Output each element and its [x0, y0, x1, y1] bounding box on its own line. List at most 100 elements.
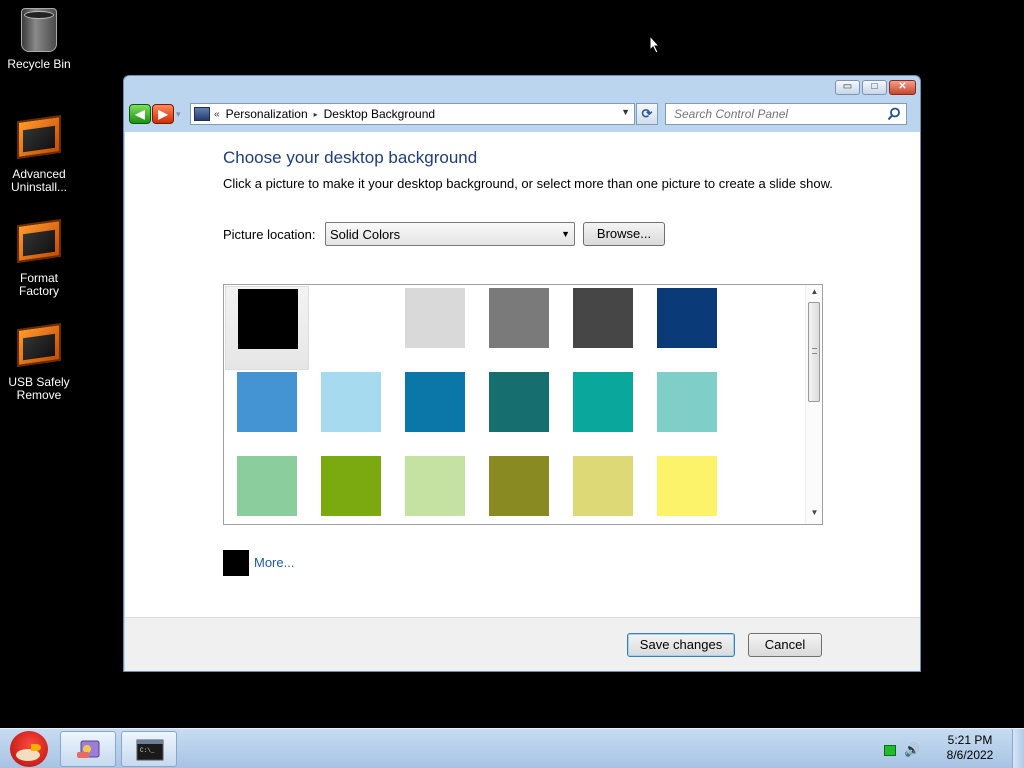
- taskbar-button-command-prompt[interactable]: C:\_: [121, 731, 177, 767]
- breadcrumb-item-personalization[interactable]: Personalization: [226, 107, 308, 121]
- browse-button[interactable]: Browse...: [583, 222, 665, 246]
- picture-location-select[interactable]: Solid Colors ▼: [325, 222, 575, 246]
- start-button[interactable]: [2, 729, 56, 768]
- desktop-icon-advanced-uninstall[interactable]: Advanced Uninstall...: [0, 114, 78, 194]
- picture-location-value: Solid Colors: [330, 227, 401, 242]
- dialog-footer: Save changes Cancel: [125, 617, 920, 671]
- minimize-button[interactable]: ▭: [835, 80, 860, 95]
- scroll-thumb[interactable]: [808, 302, 820, 402]
- color-swatch[interactable]: [561, 286, 645, 370]
- network-icon[interactable]: [884, 744, 896, 756]
- color-swatch-fill: [321, 372, 381, 432]
- page-description: Click a picture to make it your desktop …: [223, 176, 833, 191]
- color-swatch[interactable]: [225, 370, 309, 454]
- desktop-icon-label: Format Factory: [18, 271, 59, 298]
- clock-time: 5:21 PM: [947, 733, 993, 747]
- search-box[interactable]: [665, 103, 907, 125]
- mouse-cursor-icon: [649, 35, 661, 54]
- app-icon: [16, 218, 62, 268]
- app-icon: [16, 322, 62, 372]
- color-swatch[interactable]: [225, 454, 309, 538]
- more-color-swatch[interactable]: [223, 550, 249, 576]
- scroll-down-button[interactable]: ▼: [806, 508, 823, 522]
- color-swatch-fill: [405, 456, 465, 516]
- color-swatch-fill: [237, 456, 297, 516]
- content-pane: Choose your desktop background Click a p…: [125, 132, 920, 617]
- address-bar[interactable]: « Personalization ▸ Desktop Background ▼: [190, 103, 635, 125]
- close-button[interactable]: ✕: [889, 80, 916, 95]
- color-swatch[interactable]: [309, 454, 393, 538]
- forward-button[interactable]: ▶: [152, 104, 174, 124]
- color-swatch-fill: [657, 456, 717, 516]
- search-icon[interactable]: [887, 107, 901, 121]
- command-prompt-icon: C:\_: [136, 739, 164, 761]
- page-title: Choose your desktop background: [223, 148, 478, 167]
- color-swatch[interactable]: [309, 286, 393, 370]
- volume-icon[interactable]: 🔊: [904, 742, 920, 758]
- app-icon: [16, 114, 62, 164]
- color-swatch[interactable]: [561, 454, 645, 538]
- color-swatch[interactable]: [477, 370, 561, 454]
- color-swatch[interactable]: [393, 286, 477, 370]
- personalization-icon: [77, 740, 100, 758]
- angry-bird-start-icon: [10, 731, 48, 767]
- maximize-button[interactable]: □: [862, 80, 887, 95]
- cancel-button[interactable]: Cancel: [748, 633, 822, 657]
- navigation-bar: ◀ ▶ ▾ « Personalization ▸ Desktop Backgr…: [129, 101, 916, 127]
- picture-location-label: Picture location:: [223, 227, 316, 242]
- recycle-bin-icon: [16, 8, 62, 54]
- scroll-up-button[interactable]: ▲: [806, 287, 823, 301]
- color-swatch-fill: [237, 372, 297, 432]
- back-button[interactable]: ◀: [129, 104, 151, 124]
- color-swatch[interactable]: [645, 370, 729, 454]
- search-input[interactable]: [674, 107, 874, 121]
- taskbar-button-control-panel[interactable]: [60, 731, 116, 767]
- desktop-icon-usb-safely-remove[interactable]: USB Safely Remove: [0, 322, 78, 402]
- save-changes-button[interactable]: Save changes: [627, 633, 735, 657]
- breadcrumb-separator-icon[interactable]: ▸: [314, 110, 318, 119]
- vertical-scrollbar[interactable]: ▲ ▼: [805, 285, 822, 524]
- desktop-icon-recycle-bin[interactable]: Recycle Bin: [0, 8, 78, 71]
- system-tray: 🔊: [884, 742, 920, 758]
- color-swatch[interactable]: [645, 286, 729, 370]
- recent-pages-dropdown[interactable]: ▾: [176, 109, 186, 120]
- desktop-icon-label: USB Safely Remove: [8, 375, 70, 402]
- color-swatch[interactable]: [309, 370, 393, 454]
- clock-date: 8/6/2022: [946, 748, 994, 762]
- address-dropdown-icon[interactable]: ▼: [621, 107, 630, 117]
- taskbar: C:\_ 🔊 5:21 PM 8/6/2022: [0, 728, 1024, 768]
- clock[interactable]: 5:21 PM 8/6/2022: [940, 733, 1000, 763]
- color-swatch[interactable]: [477, 286, 561, 370]
- color-swatch[interactable]: [393, 454, 477, 538]
- color-swatch-fill: [489, 288, 549, 348]
- color-swatch-fill: [573, 372, 633, 432]
- desktop-icon-label: Advanced Uninstall...: [10, 167, 68, 194]
- breadcrumb-overflow[interactable]: «: [214, 109, 220, 120]
- color-swatch[interactable]: [645, 454, 729, 538]
- color-swatch-fill: [657, 288, 717, 348]
- color-swatch-fill: [489, 372, 549, 432]
- breadcrumb-item-desktop-background[interactable]: Desktop Background: [324, 107, 435, 121]
- color-swatch-fill: [238, 289, 298, 349]
- color-swatch[interactable]: [393, 370, 477, 454]
- color-swatch[interactable]: [477, 454, 561, 538]
- desktop-icon-format-factory[interactable]: Format Factory: [0, 218, 78, 298]
- refresh-button[interactable]: ⟳: [636, 103, 658, 125]
- control-panel-window: ▭ □ ✕ ◀ ▶ ▾ « Personalization ▸ Desktop …: [123, 75, 921, 672]
- color-swatch-fill: [573, 456, 633, 516]
- color-swatch-fill: [405, 372, 465, 432]
- background-gallery: ▲ ▼: [223, 284, 823, 525]
- more-colors-link[interactable]: More...: [254, 555, 294, 570]
- chevron-down-icon: ▼: [561, 229, 570, 239]
- color-swatch-fill: [405, 288, 465, 348]
- color-swatch[interactable]: [561, 370, 645, 454]
- control-panel-icon: [194, 107, 210, 121]
- color-swatch-fill: [657, 372, 717, 432]
- desktop-icon-label: Recycle Bin: [7, 57, 71, 71]
- caption-buttons: ▭ □ ✕: [835, 80, 916, 95]
- show-desktop-button[interactable]: [1012, 729, 1024, 768]
- color-swatch-fill: [321, 456, 381, 516]
- color-swatch-fill: [321, 288, 381, 348]
- color-swatch[interactable]: [225, 286, 309, 370]
- color-swatch-fill: [573, 288, 633, 348]
